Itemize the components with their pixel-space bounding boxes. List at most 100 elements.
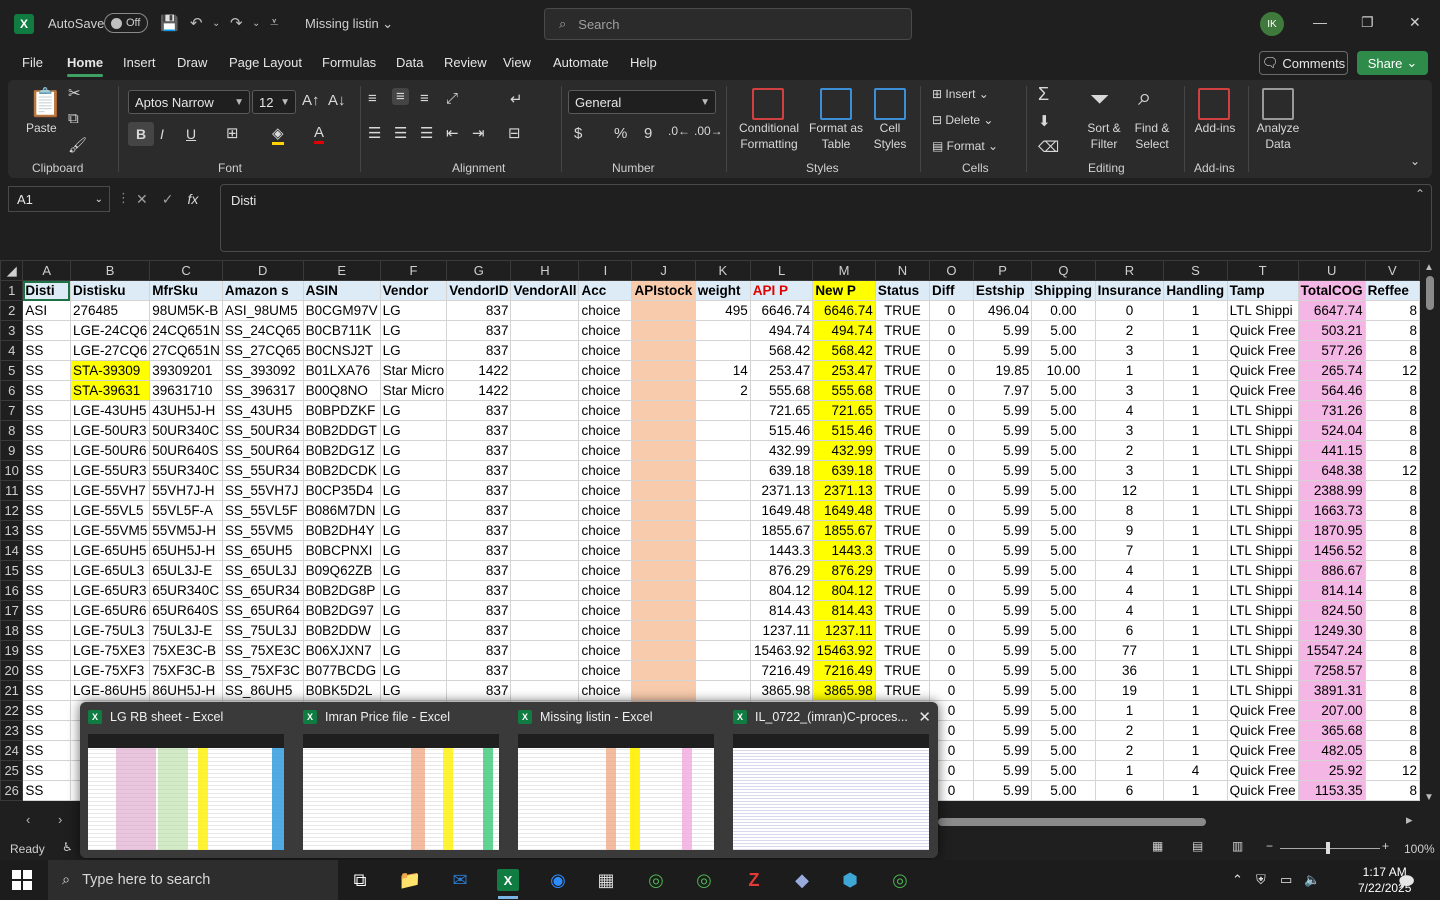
column-header-g[interactable]: G [446,260,512,281]
cell[interactable]: 837 [446,580,512,601]
cell[interactable]: 1 [1163,600,1228,621]
cell[interactable]: 2371.13 [812,480,876,501]
cell[interactable]: 5.99 [972,780,1033,801]
cell[interactable]: TRUE [874,620,931,641]
align-right-icon[interactable]: ☰ [420,124,433,142]
notifications-icon[interactable]: 🗩 [1398,872,1415,897]
cell[interactable]: SS [22,420,71,441]
cell[interactable] [694,580,751,601]
cell[interactable]: 86UH5J-H [149,680,223,701]
cell[interactable]: 555.68 [749,380,814,401]
cell[interactable]: B0B2DH4Y [302,520,381,541]
cell[interactable]: 39631710 [149,380,223,401]
font-size-select[interactable]: 12 ▼ [252,90,296,114]
cell[interactable] [510,520,580,541]
cell[interactable]: 65UR340C [149,580,223,601]
cell[interactable]: LTL Shippi [1226,500,1299,521]
cell[interactable]: SS [22,680,71,701]
font-name-select[interactable]: Aptos Narrow ▼ [128,90,250,114]
cell[interactable]: 2 [694,380,751,401]
cell[interactable]: 75XE3C-B [149,640,223,661]
cell[interactable]: choice [578,320,633,341]
header-cell[interactable]: Estship [972,280,1033,301]
cell[interactable] [694,660,751,681]
cell[interactable]: TRUE [874,440,931,461]
cell[interactable]: 1 [1163,740,1228,761]
row-header[interactable]: 25 [0,760,24,781]
cell[interactable]: 5.99 [972,560,1033,581]
cell[interactable]: 43UH5J-H [149,400,223,421]
cell[interactable]: 0 [929,640,974,661]
customize-toolbar-icon[interactable]: ⩡ [270,14,278,31]
decrease-indent-icon[interactable]: ⇤ [446,124,459,142]
cell[interactable]: LTL Shippi [1226,620,1299,641]
cell[interactable]: SS [22,620,71,641]
cell[interactable]: 4 [1094,400,1165,421]
cell[interactable]: LGE-65UR6 [69,600,151,621]
cell[interactable] [694,620,751,641]
cell[interactable]: SS_396317 [221,380,304,401]
cell[interactable]: 5.00 [1031,320,1096,341]
percent-button[interactable]: % [614,126,627,142]
row-header[interactable]: 4 [0,340,24,361]
cell[interactable]: 7216.49 [749,660,814,681]
cell[interactable]: 814.43 [812,600,876,621]
cell[interactable]: TRUE [874,340,931,361]
cell[interactable]: 5.99 [972,440,1033,461]
header-cell[interactable]: API P [749,280,814,301]
cell[interactable] [631,640,696,661]
sort-filter-icon[interactable]: ⏷ [1090,86,1109,114]
row-header[interactable]: 22 [0,700,24,721]
cell[interactable]: SS [22,540,71,561]
cell[interactable]: LG [379,540,448,561]
cell[interactable]: TRUE [874,580,931,601]
cell[interactable]: 2371.13 [749,480,814,501]
cell[interactable]: 1 [1163,680,1228,701]
row-header[interactable]: 20 [0,660,24,681]
cell[interactable]: 5.99 [972,700,1033,721]
cell[interactable]: 12 [1364,760,1420,781]
header-cell[interactable]: Diff [929,280,974,301]
fill-icon[interactable]: ⬇ [1038,112,1051,130]
cell[interactable] [631,320,696,341]
cell[interactable]: TRUE [874,300,931,321]
cell[interactable]: SS [22,780,71,801]
row-header[interactable]: 16 [0,580,24,601]
cell[interactable]: LG [379,400,448,421]
cell[interactable] [631,460,696,481]
cell[interactable]: 721.65 [749,400,814,421]
calculator-icon[interactable]: ▦ [586,866,626,894]
cell[interactable]: 0.00 [1031,300,1096,321]
page-break-view-icon[interactable]: ▥ [1232,839,1243,853]
cell[interactable]: 7258.57 [1297,660,1366,681]
cell[interactable]: 0 [929,420,974,441]
cell[interactable]: 8 [1364,480,1420,501]
cell[interactable]: SS [22,580,71,601]
cell[interactable]: 5.99 [972,520,1033,541]
cell[interactable]: 5.99 [972,480,1033,501]
cell[interactable]: 75XF3C-B [149,660,223,681]
orientation-icon[interactable]: ⤢ [446,90,458,107]
cell[interactable] [694,640,751,661]
tab-home[interactable]: Home [67,55,104,77]
tab-insert[interactable]: Insert [123,55,156,70]
task-view-icon[interactable]: ⧉ [340,866,380,894]
cell[interactable]: 8 [1364,700,1420,721]
cell[interactable]: 814.14 [1297,580,1366,601]
cell[interactable]: 5.00 [1031,600,1096,621]
cell[interactable]: 65UR640S [149,600,223,621]
cell[interactable]: 27CQ651N [149,340,223,361]
cell[interactable]: 5.00 [1031,700,1096,721]
cell[interactable]: 265.74 [1297,360,1366,381]
cell[interactable]: 515.46 [749,420,814,441]
cell[interactable]: 804.12 [749,580,814,601]
cell[interactable]: 5.99 [972,600,1033,621]
cell[interactable] [510,420,580,441]
cell[interactable]: 1855.67 [749,520,814,541]
cell[interactable]: 8 [1364,620,1420,641]
cell[interactable]: SS_55VM5 [221,520,304,541]
cell[interactable]: LG [379,640,448,661]
cell[interactable] [631,620,696,641]
cell[interactable]: TRUE [874,660,931,681]
cell[interactable]: 5.00 [1031,660,1096,681]
